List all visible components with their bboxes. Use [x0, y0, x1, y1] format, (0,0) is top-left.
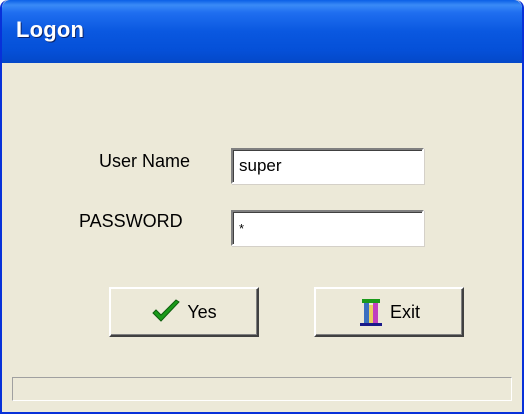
yes-button-label: Yes	[187, 301, 217, 322]
password-label: PASSWORD	[79, 211, 183, 231]
username-field[interactable]	[231, 148, 424, 184]
title-bar[interactable]: Logon	[2, 0, 522, 63]
exit-door-icon	[358, 296, 384, 328]
password-field[interactable]	[231, 210, 424, 246]
logon-dialog: Logon User Name PASSWORD Yes Exit	[0, 0, 524, 414]
checkmark-icon	[151, 299, 181, 325]
exit-button[interactable]: Exit	[314, 287, 464, 337]
window-title: Logon	[16, 17, 85, 42]
status-bar	[12, 377, 512, 401]
username-label: User Name	[99, 151, 191, 171]
yes-button[interactable]: Yes	[109, 287, 259, 337]
exit-button-label: Exit	[389, 301, 420, 322]
